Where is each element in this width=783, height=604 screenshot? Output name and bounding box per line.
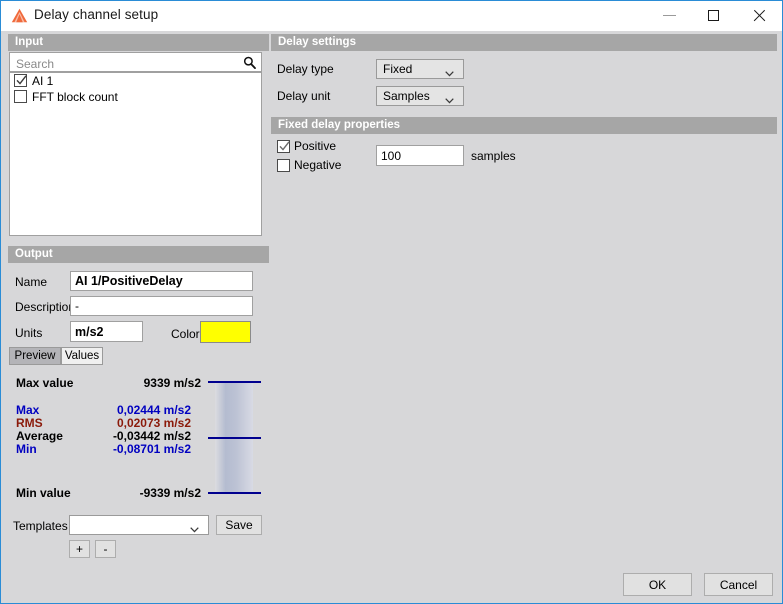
output-units-input[interactable]	[70, 321, 143, 342]
window-title: Delay channel setup	[34, 7, 159, 22]
save-template-button[interactable]: Save	[216, 515, 262, 535]
search-icon[interactable]	[243, 56, 256, 70]
checkbox-positive[interactable]	[277, 140, 290, 153]
stat-name-rms: RMS	[16, 416, 43, 430]
chevron-down-icon	[445, 93, 454, 104]
input-section-header: Input	[8, 34, 269, 51]
delay-type-value: Fixed	[383, 62, 413, 76]
preview-average-line	[208, 437, 261, 439]
stat-name-max: Max	[16, 403, 40, 417]
stat-name-min: Min	[16, 442, 37, 456]
close-icon	[752, 9, 766, 23]
samples-unit-label: samples	[471, 149, 516, 163]
fixed-delay-section-header: Fixed delay properties	[271, 117, 777, 134]
max-value: 9339 m/s2	[143, 376, 201, 390]
stat-value-rms: 0,02073 m/s2	[116, 416, 191, 430]
maximize-button[interactable]	[692, 1, 737, 29]
output-color-swatch[interactable]	[200, 321, 251, 343]
checkbox-negative[interactable]	[277, 159, 290, 172]
add-template-button[interactable]: +	[69, 540, 90, 558]
tab-values[interactable]: Values	[61, 347, 103, 365]
search-box[interactable]	[9, 52, 262, 72]
negative-label: Negative	[294, 158, 342, 172]
stat-value-max: 0,02444 m/s2	[116, 403, 191, 417]
maximize-icon	[708, 10, 719, 21]
delay-settings-section-header: Delay settings	[271, 34, 777, 51]
title-bar: Delay channel setup	[1, 1, 782, 31]
delay-amount-input[interactable]	[376, 145, 464, 166]
minimize-icon	[663, 15, 676, 16]
list-item[interactable]: AI 1	[10, 73, 261, 89]
output-name-input[interactable]	[70, 271, 253, 291]
delay-unit-value: Samples	[383, 89, 430, 103]
description-label: Description	[15, 300, 76, 314]
preview-max-line	[208, 381, 261, 383]
checkbox-ai-1[interactable]	[14, 74, 27, 87]
list-item-label: FFT block count	[32, 90, 118, 104]
dewesoft-triangle-icon	[11, 8, 28, 23]
remove-template-button[interactable]: -	[95, 540, 116, 558]
output-description-input[interactable]	[70, 296, 253, 316]
color-label: Color	[171, 327, 200, 341]
name-label: Name	[15, 275, 48, 289]
chevron-down-icon	[190, 522, 199, 533]
templates-label: Templates	[13, 519, 68, 533]
tab-preview[interactable]: Preview	[9, 347, 61, 365]
close-button[interactable]	[737, 1, 782, 29]
input-channel-list[interactable]: AI 1 FFT block count	[9, 72, 262, 236]
delay-unit-label: Delay unit	[277, 89, 331, 103]
ok-button[interactable]: OK	[623, 573, 692, 596]
delay-type-dropdown[interactable]: Fixed	[376, 59, 464, 79]
delay-channel-setup-dialog: Delay channel setup Input A	[0, 0, 783, 604]
search-input[interactable]	[14, 55, 233, 72]
positive-label: Positive	[294, 139, 337, 153]
units-label: Units	[15, 326, 43, 340]
output-section-header: Output	[8, 246, 269, 263]
chevron-down-icon	[445, 66, 454, 77]
delay-unit-dropdown[interactable]: Samples	[376, 86, 464, 106]
min-value: -9339 m/s2	[139, 486, 201, 500]
stat-value-min: -0,08701 m/s2	[112, 442, 191, 456]
cancel-button[interactable]: Cancel	[704, 573, 773, 596]
minimize-button[interactable]	[647, 1, 692, 29]
delay-type-label: Delay type	[277, 62, 334, 76]
stat-name-average: Average	[16, 429, 63, 443]
templates-dropdown[interactable]	[69, 515, 209, 535]
list-item[interactable]: FFT block count	[10, 89, 261, 105]
list-item-label: AI 1	[32, 74, 54, 88]
preview-min-line	[208, 492, 261, 494]
stat-value-average: -0,03442 m/s2	[112, 429, 191, 443]
checkbox-fft-block-count[interactable]	[14, 90, 27, 103]
